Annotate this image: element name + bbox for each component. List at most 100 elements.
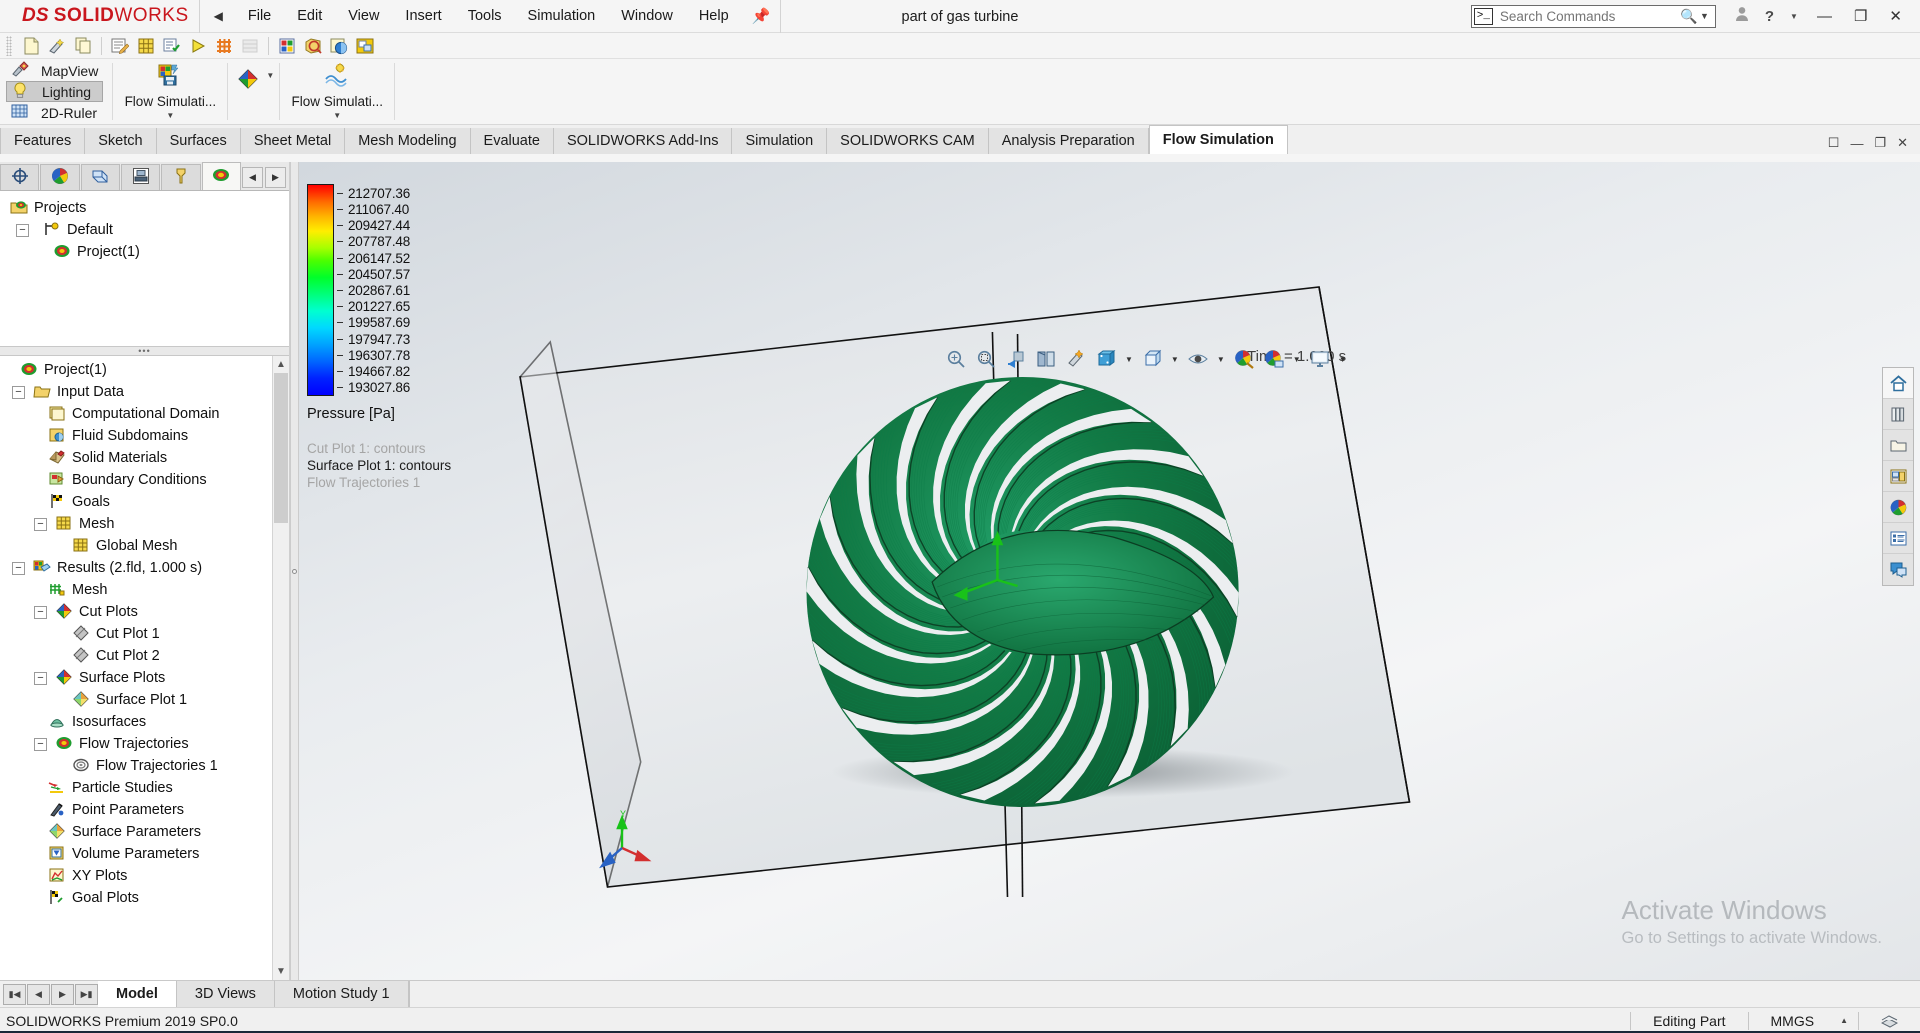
scroll-up-icon[interactable]: ▲ xyxy=(273,356,289,373)
close-doc-icon[interactable]: ✕ xyxy=(1893,135,1912,151)
tree-item-surface-parameters[interactable]: Surface Parameters xyxy=(0,821,289,843)
appearances-sphere-icon[interactable] xyxy=(1883,492,1913,523)
view-palette-icon[interactable] xyxy=(1883,461,1913,492)
plot-caption-cut-plot-1[interactable]: Cut Plot 1: contours xyxy=(307,440,451,457)
ribbon-2d-ruler-button[interactable]: 2D-Ruler xyxy=(6,102,103,123)
dynamic-annotation-icon[interactable] xyxy=(1063,347,1089,371)
tree-item-goals[interactable]: Goals xyxy=(0,491,289,513)
tab-surfaces[interactable]: Surfaces xyxy=(156,128,241,154)
tab-analysis-preparation[interactable]: Analysis Preparation xyxy=(988,128,1149,154)
search-dropdown-icon[interactable]: ▼ xyxy=(1698,11,1715,21)
menu-item-simulation[interactable]: Simulation xyxy=(515,1,609,32)
tree-scrollbar[interactable]: ▲ ▼ xyxy=(272,356,289,980)
appearances-icon[interactable] xyxy=(1231,347,1257,371)
hide-show-dropdown-icon[interactable]: ▼ xyxy=(1215,355,1227,364)
minimize-doc-icon[interactable]: — xyxy=(1846,136,1867,151)
design-library-icon[interactable] xyxy=(1883,399,1913,430)
display-style-icon[interactable] xyxy=(1139,347,1165,371)
close-window-button[interactable]: ✕ xyxy=(1879,7,1912,25)
run-icon[interactable] xyxy=(185,35,211,57)
tree-expander-default[interactable]: − xyxy=(16,223,29,237)
doc-tab-model[interactable]: Model xyxy=(98,981,177,1007)
pin-window-icon[interactable]: ☐ xyxy=(1824,135,1844,151)
previous-icon[interactable]: ◀ xyxy=(27,983,50,1005)
tree-item-results-2-fld-1-000-s[interactable]: − Results (2.fld, 1.000 s) xyxy=(0,557,289,579)
3d-model-viewport[interactable] xyxy=(299,162,1920,980)
plot-caption-flow-trajectories-1[interactable]: Flow Trajectories 1 xyxy=(307,474,451,491)
hide-show-icon[interactable] xyxy=(1185,347,1211,371)
flow-simulation-panel-icon[interactable] xyxy=(1883,554,1913,585)
tree-item-mesh[interactable]: Mesh xyxy=(0,579,289,601)
section-view-icon[interactable] xyxy=(1033,347,1059,371)
tree-item-flow-trajectories-1[interactable]: Flow Trajectories 1 xyxy=(0,755,289,777)
view-settings-dropdown-icon[interactable]: ▼ xyxy=(1337,355,1349,364)
tree-item-default[interactable]: − Default xyxy=(6,219,285,241)
tree-item-goal-plots[interactable]: Goal Plots xyxy=(0,887,289,909)
view-settings-icon[interactable] xyxy=(1307,347,1333,371)
tree-item-surface-plots[interactable]: − Surface Plots xyxy=(0,667,289,689)
user-account-icon[interactable] xyxy=(1728,6,1756,26)
status-overlay-icon[interactable] xyxy=(1858,1011,1920,1030)
search-icon[interactable]: 🔍 xyxy=(1680,8,1698,25)
tree-expander[interactable]: − xyxy=(12,385,25,399)
rebuild-icon[interactable] xyxy=(44,35,70,57)
next-icon[interactable]: ▶ xyxy=(51,983,74,1005)
configuration-manager-tab[interactable] xyxy=(80,164,120,190)
chevron-down-icon-2[interactable]: ▼ xyxy=(333,111,341,120)
tree-item-computational-domain[interactable]: Computational Domain xyxy=(0,403,289,425)
view-orientation-icon[interactable] xyxy=(1093,347,1119,371)
panel-splitter[interactable]: ••• xyxy=(0,346,289,356)
tree-item-global-mesh[interactable]: Global Mesh xyxy=(0,535,289,557)
manager-prev-icon[interactable]: ◀ xyxy=(242,167,263,188)
flow-options-dropdown-icon[interactable]: ▼ xyxy=(266,65,274,80)
ribbon-lighting-button[interactable]: Lighting xyxy=(6,81,104,102)
ribbon-flow-simulation-project-button[interactable]: Flow Simulati... ▼ xyxy=(118,59,222,124)
tree-expander[interactable]: − xyxy=(34,517,47,531)
scene-dropdown-icon[interactable]: ▼ xyxy=(1291,355,1303,364)
menu-item-help[interactable]: Help xyxy=(686,1,742,32)
panel-resize-handle[interactable] xyxy=(290,162,299,980)
feature-manager-tab[interactable] xyxy=(0,164,40,190)
tab-evaluate[interactable]: Evaluate xyxy=(470,128,554,154)
tree-item-cut-plot-2[interactable]: Cut Plot 2 xyxy=(0,645,289,667)
ribbon-flow-simulation-results-button[interactable]: Flow Simulati... ▼ xyxy=(285,59,389,124)
tree-item-xy-plots[interactable]: XY Plots xyxy=(0,865,289,887)
color-sphere-icon[interactable] xyxy=(326,35,352,57)
doc-tab-motion-study-1[interactable]: Motion Study 1 xyxy=(274,981,409,1007)
status-units[interactable]: MMGS xyxy=(1747,1011,1837,1030)
menu-item-window[interactable]: Window xyxy=(608,1,686,32)
scroll-down-icon[interactable]: ▼ xyxy=(273,963,289,980)
new-document-icon[interactable] xyxy=(18,35,44,57)
last-icon[interactable]: ▶▮ xyxy=(75,983,98,1005)
edit-definition-icon[interactable] xyxy=(107,35,133,57)
tree-item-boundary-conditions[interactable]: Boundary Conditions xyxy=(0,469,289,491)
tree-expander[interactable]: − xyxy=(34,671,47,685)
help-icon[interactable]: ? xyxy=(1758,8,1781,25)
custom-properties-icon[interactable] xyxy=(1883,523,1913,554)
tree-item-mesh[interactable]: − Mesh xyxy=(0,513,289,535)
flow-simulation-manager-tab[interactable] xyxy=(201,162,241,190)
tree-item-input-data[interactable]: − Input Data xyxy=(0,381,289,403)
results-icon[interactable] xyxy=(274,35,300,57)
tree-item-fluid-subdomains[interactable]: Fluid Subdomains xyxy=(0,425,289,447)
flow-options-icon[interactable] xyxy=(233,65,263,93)
menu-item-insert[interactable]: Insert xyxy=(392,1,454,32)
help-dropdown-icon[interactable]: ▼ xyxy=(1783,12,1805,21)
scene-icon[interactable] xyxy=(1261,347,1287,371)
status-units-caret-icon[interactable]: ▲ xyxy=(1836,1016,1858,1025)
previous-view-icon[interactable] xyxy=(1003,347,1029,371)
dimxpert-manager-tab[interactable] xyxy=(120,164,161,190)
tab-mesh-modeling[interactable]: Mesh Modeling xyxy=(345,128,471,154)
scrollbar-thumb[interactable] xyxy=(274,373,288,523)
zoom-to-fit-icon[interactable] xyxy=(943,347,969,371)
file-explorer-icon[interactable] xyxy=(1883,430,1913,461)
search-input[interactable] xyxy=(1497,7,1680,25)
tab-sketch[interactable]: Sketch xyxy=(85,128,157,154)
menu-item-edit[interactable]: Edit xyxy=(284,1,335,32)
tab-sheet-metal[interactable]: Sheet Metal xyxy=(240,128,346,154)
plot-caption-surface-plot-1[interactable]: Surface Plot 1: contours xyxy=(307,457,451,474)
restore-window-button[interactable]: ❐ xyxy=(1844,7,1877,25)
manager-next-icon[interactable]: ▶ xyxy=(265,167,286,188)
property-manager-tab[interactable] xyxy=(40,164,80,190)
search-commands-box[interactable]: >_ 🔍 ▼ xyxy=(1470,4,1716,28)
